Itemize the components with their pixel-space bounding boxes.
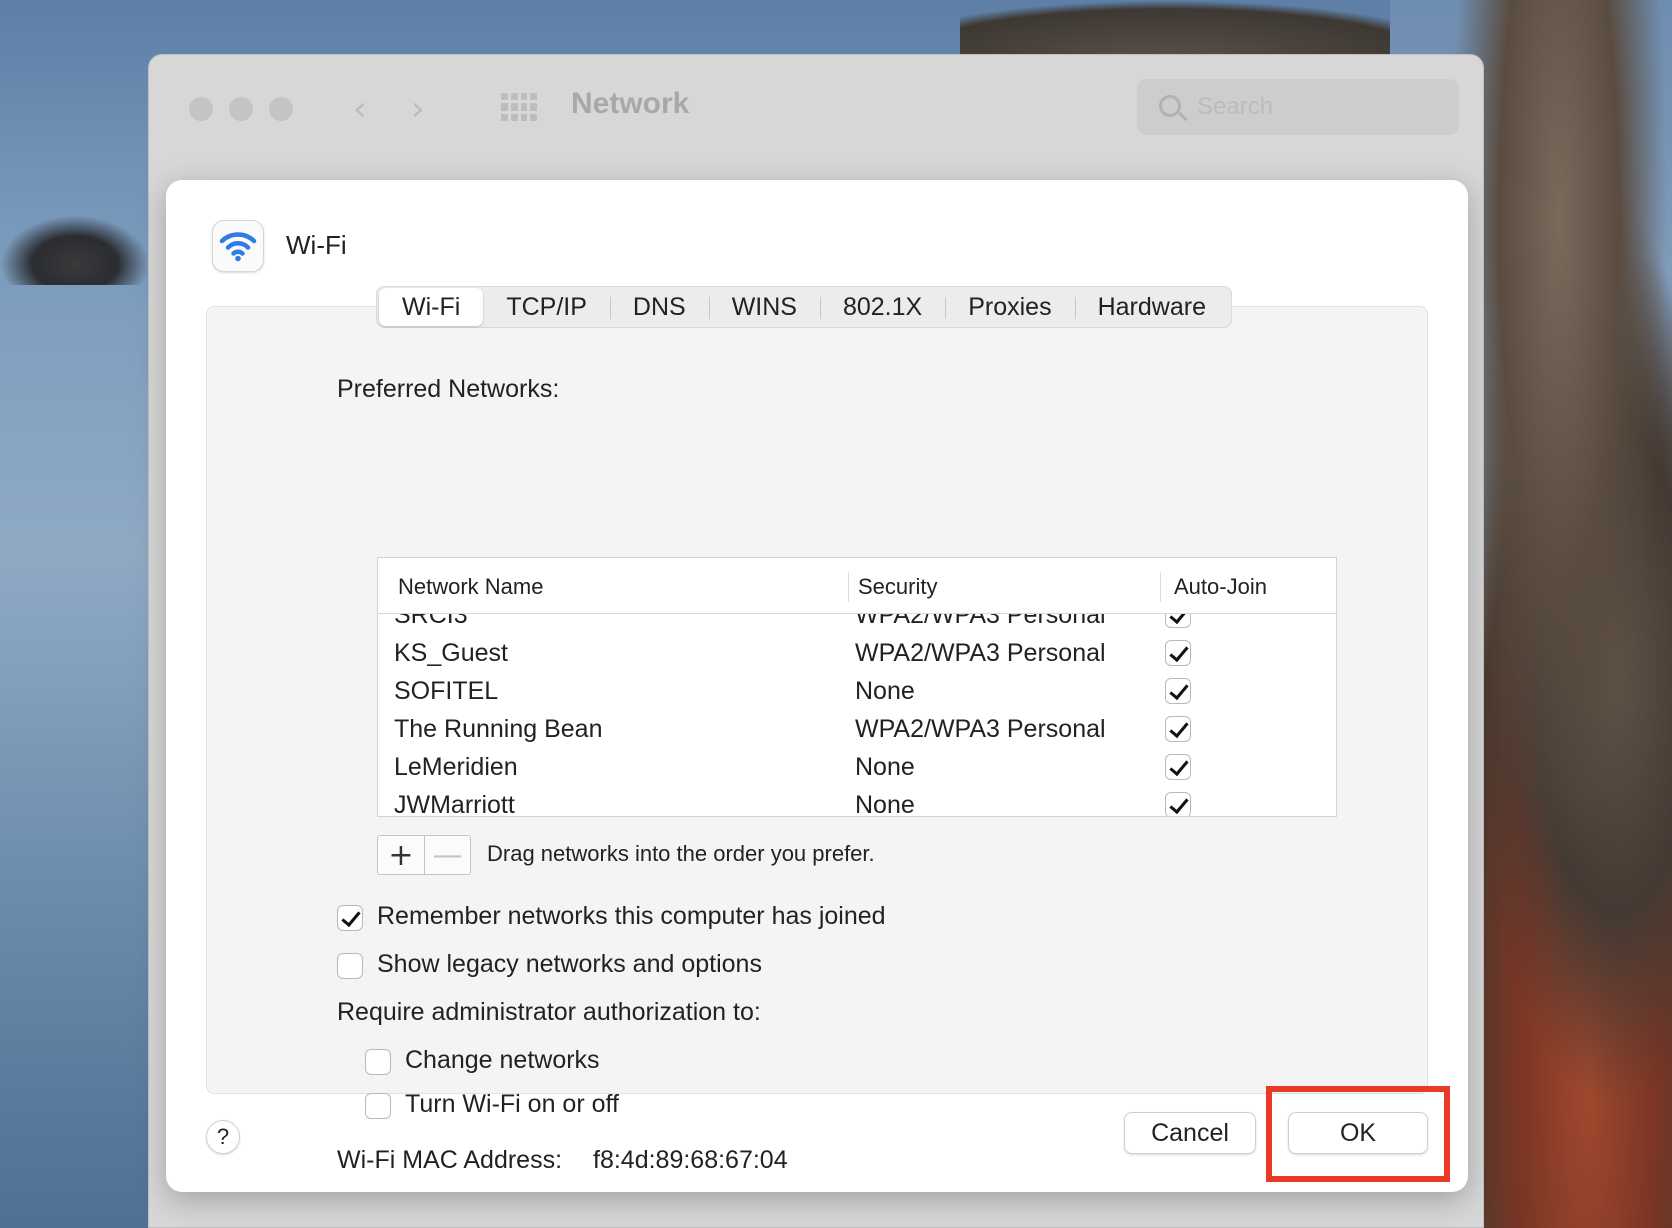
security-cell: None — [855, 753, 915, 781]
tab-wifi[interactable]: Wi-Fi — [379, 288, 484, 326]
column-header-network-name[interactable]: Network Name — [398, 574, 543, 600]
change-networks-checkbox[interactable] — [365, 1049, 391, 1075]
table-header: Network Name Security Auto-Join — [378, 558, 1336, 614]
auto-join-checkbox[interactable] — [1165, 792, 1191, 816]
security-cell: WPA2/WPA3 Personal — [855, 715, 1106, 743]
tab-proxies[interactable]: Proxies — [945, 288, 1074, 326]
auto-join-checkbox[interactable] — [1165, 754, 1191, 780]
table-rows: SRCI3 WPA2/WPA3 Personal KS_Guest WPA2/W… — [378, 596, 1336, 817]
drag-hint-text: Drag networks into the order you prefer. — [487, 841, 875, 866]
window-titlebar: ‹ › Network Search — [149, 55, 1483, 159]
remember-networks-checkbox[interactable] — [337, 905, 363, 931]
ok-button-highlight-box — [1266, 1086, 1450, 1182]
tab-wins[interactable]: WINS — [708, 288, 820, 326]
table-row[interactable]: SOFITEL None — [378, 672, 1336, 710]
wifi-settings-panel: Preferred Networks: Network Name Securit… — [206, 306, 1428, 1174]
change-networks-label[interactable]: Change networks — [405, 1046, 600, 1075]
show-legacy-checkbox[interactable] — [337, 953, 363, 979]
network-name-cell: LeMeridien — [394, 753, 518, 781]
show-legacy-label[interactable]: Show legacy networks and options — [377, 950, 762, 979]
table-row[interactable]: The Running Bean WPA2/WPA3 Personal — [378, 710, 1336, 748]
search-field[interactable]: Search — [1137, 79, 1459, 135]
auto-join-checkbox[interactable] — [1165, 716, 1191, 742]
window-title: Network — [571, 87, 690, 120]
close-window-button[interactable] — [189, 97, 213, 121]
tab-dns[interactable]: DNS — [609, 288, 709, 326]
search-placeholder: Search — [1197, 93, 1274, 120]
column-header-security[interactable]: Security — [858, 574, 937, 600]
preferred-networks-label: Preferred Networks: — [337, 375, 560, 403]
search-icon — [1159, 95, 1181, 117]
add-network-button[interactable]: + — [378, 836, 424, 874]
wifi-icon — [212, 220, 264, 272]
table-row[interactable]: KS_Guest WPA2/WPA3 Personal — [378, 634, 1336, 672]
back-arrow-icon[interactable]: ‹ — [353, 89, 367, 129]
remove-network-button[interactable]: — — [423, 836, 470, 874]
security-cell: None — [855, 791, 915, 817]
table-row[interactable]: LeMeridien None — [378, 748, 1336, 786]
network-name-cell: The Running Bean — [394, 715, 603, 743]
add-remove-control: + — — [377, 835, 471, 875]
desktop-rock-left — [0, 215, 150, 285]
help-button[interactable]: ? — [206, 1120, 240, 1154]
mac-address-label: Wi-Fi MAC Address: — [337, 1146, 563, 1174]
security-cell: WPA2/WPA3 Personal — [855, 639, 1106, 667]
network-name-cell: SOFITEL — [394, 677, 499, 705]
table-row[interactable]: JWMarriott None — [378, 786, 1336, 817]
security-cell: None — [855, 677, 915, 705]
column-header-auto-join[interactable]: Auto-Join — [1174, 574, 1267, 600]
auto-join-checkbox[interactable] — [1165, 640, 1191, 666]
cancel-button[interactable]: Cancel — [1124, 1112, 1256, 1154]
network-name-cell: JWMarriott — [394, 791, 515, 817]
tab-hardware[interactable]: Hardware — [1074, 288, 1229, 326]
wifi-advanced-sheet: Wi-Fi Preferred Networks: Network Name S… — [166, 180, 1468, 1192]
mac-address-value: f8:4d:89:68:67:04 — [593, 1146, 788, 1174]
minimize-window-button[interactable] — [229, 97, 253, 121]
settings-tabs: Wi-Fi TCP/IP DNS WINS 802.1X Proxies Har… — [376, 286, 1232, 328]
tab-tcpip[interactable]: TCP/IP — [483, 288, 610, 326]
tab-8021x[interactable]: 802.1X — [819, 288, 945, 326]
require-admin-label: Require administrator authorization to: — [337, 998, 761, 1026]
zoom-window-button[interactable] — [269, 97, 293, 121]
preferred-networks-table[interactable]: Network Name Security Auto-Join SRCI3 WP… — [377, 557, 1337, 817]
turn-wifi-checkbox[interactable] — [365, 1093, 391, 1119]
auto-join-checkbox[interactable] — [1165, 678, 1191, 704]
network-name-cell: KS_Guest — [394, 639, 508, 667]
remember-networks-label[interactable]: Remember networks this computer has join… — [377, 902, 886, 931]
sheet-title: Wi-Fi — [286, 230, 347, 260]
show-all-grid-icon[interactable] — [501, 93, 537, 121]
turn-wifi-label[interactable]: Turn Wi-Fi on or off — [405, 1090, 619, 1119]
forward-arrow-icon[interactable]: › — [411, 89, 425, 129]
